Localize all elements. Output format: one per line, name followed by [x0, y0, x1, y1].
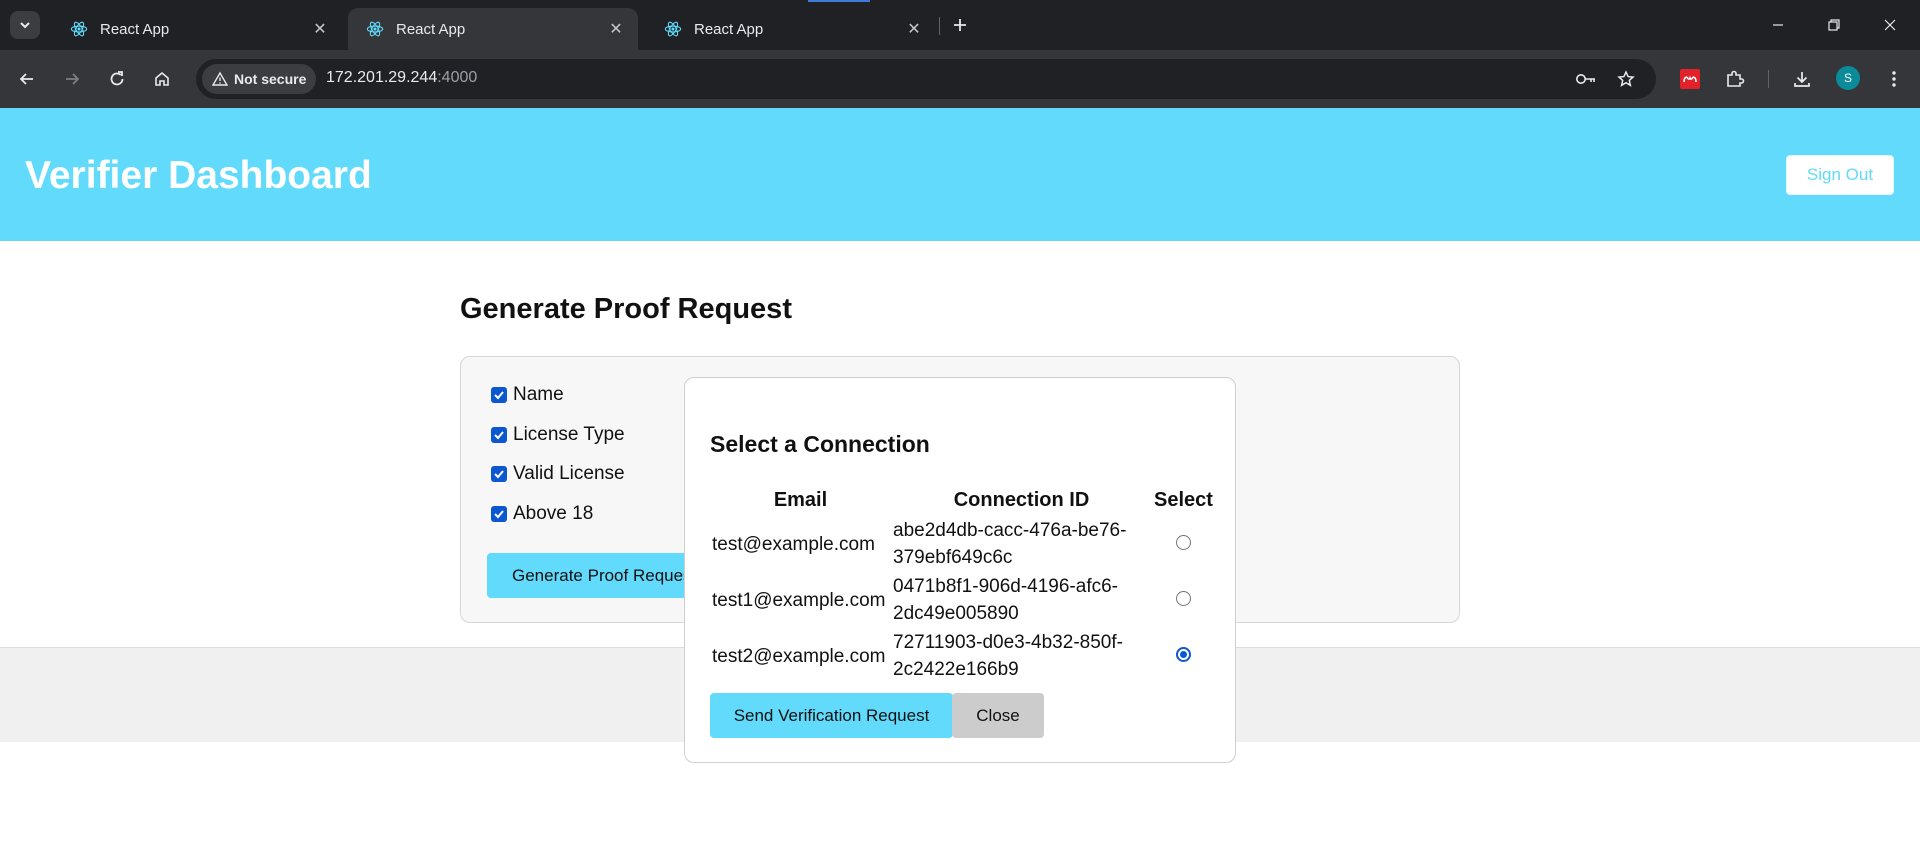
home-icon — [155, 71, 169, 86]
forward-button[interactable] — [56, 63, 88, 95]
url-port: :4000 — [437, 69, 478, 86]
toolbar-divider — [1768, 70, 1769, 88]
browser-tab-2-active[interactable]: React App ✕ — [348, 8, 638, 50]
browser-menu-button[interactable] — [1878, 63, 1910, 95]
attribute-label: License Type — [513, 424, 625, 445]
star-icon — [1617, 70, 1635, 87]
plus-icon — [954, 19, 966, 31]
checkmark-icon — [494, 391, 504, 400]
close-icon — [1884, 19, 1896, 31]
checkmark-icon — [494, 470, 504, 479]
modal-title: Select a Connection — [710, 431, 930, 457]
checkmark-icon — [494, 510, 504, 519]
checkbox-checked[interactable] — [491, 387, 507, 403]
section-title: Generate Proof Request — [460, 293, 792, 325]
password-key-button[interactable] — [1572, 65, 1600, 93]
attribute-name[interactable]: Name — [491, 384, 564, 406]
address-bar[interactable]: Not secure 172.201.29.244:4000 — [196, 59, 1656, 99]
security-label: Not secure — [234, 71, 307, 87]
select-cell — [1152, 572, 1215, 628]
restore-button[interactable] — [1806, 0, 1862, 50]
security-indicator[interactable]: Not secure — [202, 64, 317, 94]
radio-button-selected[interactable] — [1175, 646, 1191, 662]
downloads-button[interactable] — [1786, 63, 1818, 95]
attribute-license-type[interactable]: License Type — [491, 424, 625, 446]
mendeley-extension-button[interactable] — [1674, 63, 1706, 95]
tab-title: React App — [396, 20, 466, 38]
email-cell: test2@example.com — [712, 645, 886, 667]
profile-avatar[interactable]: S — [1836, 66, 1860, 90]
attribute-label: Name — [513, 384, 564, 405]
arrow-left-icon — [19, 73, 33, 85]
url-text[interactable]: 172.201.29.244:4000 — [326, 69, 477, 87]
close-icon[interactable]: ✕ — [900, 15, 928, 43]
attribute-label: Valid License — [513, 463, 625, 484]
checkbox-checked[interactable] — [491, 427, 507, 443]
select-cell — [1152, 516, 1215, 572]
column-header-select: Select — [1154, 488, 1213, 511]
browser-tab-1[interactable]: React App ✕ — [52, 8, 342, 50]
close-window-button[interactable] — [1862, 0, 1918, 50]
checkbox-checked[interactable] — [491, 506, 507, 522]
tab-title: React App — [694, 20, 764, 38]
minimize-icon — [1773, 24, 1783, 26]
checkmark-icon — [494, 431, 504, 440]
tab-search-button[interactable] — [10, 11, 40, 39]
tab-indicator — [808, 0, 870, 2]
tab-separator — [939, 17, 940, 35]
kebab-menu-icon — [1892, 71, 1896, 87]
radio-button[interactable] — [1175, 534, 1191, 550]
connection-id-cell: 0471b8f1-906d-4196-afc6-2dc49e005890 — [893, 576, 1119, 624]
minimize-button[interactable] — [1750, 0, 1806, 50]
arrow-right-icon — [66, 73, 80, 85]
sign-out-button[interactable]: Sign Out — [1786, 155, 1894, 195]
connection-id-cell: abe2d4db-cacc-476a-be76-379ebf649c6c — [893, 520, 1127, 568]
connections-table: Email Connection ID Select test@example.… — [710, 484, 1215, 684]
react-logo-icon — [366, 21, 384, 37]
react-logo-icon — [70, 21, 88, 37]
email-cell: test1@example.com — [712, 589, 886, 611]
table-header-row: Email Connection ID Select — [710, 484, 1215, 516]
send-verification-request-button[interactable]: Send Verification Request — [710, 693, 953, 738]
home-button[interactable] — [146, 63, 178, 95]
connection-id-cell: 72711903-d0e3-4b32-850f-2c2422e166b9 — [893, 632, 1123, 680]
key-icon — [1576, 74, 1595, 84]
extensions-button[interactable] — [1719, 63, 1751, 95]
react-logo-icon — [664, 21, 682, 37]
reload-icon — [110, 71, 124, 86]
tab-title: React App — [100, 20, 170, 38]
close-modal-button[interactable]: Close — [952, 693, 1044, 738]
chevron-down-icon — [20, 22, 30, 29]
new-tab-button[interactable] — [945, 11, 975, 39]
download-icon — [1794, 72, 1810, 87]
select-connection-modal: Select a Connection Email Connection ID … — [684, 377, 1236, 763]
reload-button[interactable] — [101, 63, 133, 95]
mendeley-extension-icon — [1680, 69, 1700, 89]
page-title: Verifier Dashboard — [25, 154, 372, 197]
email-cell: test@example.com — [712, 533, 875, 555]
close-icon[interactable]: ✕ — [602, 15, 630, 43]
url-host: 172.201.29.244 — [326, 69, 438, 86]
checkbox-checked[interactable] — [491, 466, 507, 482]
table-row[interactable]: test@example.com abe2d4db-cacc-476a-be76… — [710, 516, 1215, 572]
table-row[interactable]: test1@example.com 0471b8f1-906d-4196-afc… — [710, 572, 1215, 628]
column-header-email: Email — [773, 488, 828, 511]
close-icon[interactable]: ✕ — [306, 15, 334, 43]
select-cell — [1152, 628, 1215, 684]
app-header: Verifier Dashboard Sign Out — [0, 108, 1920, 241]
table-row[interactable]: test2@example.com 72711903-d0e3-4b32-850… — [710, 628, 1215, 684]
back-button[interactable] — [11, 63, 43, 95]
browser-toolbar: Not secure 172.201.29.244:4000 — [0, 50, 1920, 108]
attribute-above-18[interactable]: Above 18 — [491, 503, 593, 525]
bookmark-star-button[interactable] — [1612, 65, 1640, 93]
radio-button[interactable] — [1175, 590, 1191, 606]
attribute-valid-license[interactable]: Valid License — [491, 463, 625, 485]
puzzle-icon — [1727, 70, 1745, 87]
restore-icon — [1828, 19, 1840, 31]
browser-tab-strip: React App ✕ React App ✕ React App ✕ — [0, 0, 1920, 50]
column-header-connection-id: Connection ID — [953, 488, 1090, 511]
browser-tab-3[interactable]: React App ✕ — [646, 8, 936, 50]
attribute-label: Above 18 — [513, 503, 594, 524]
warning-icon — [212, 71, 228, 86]
